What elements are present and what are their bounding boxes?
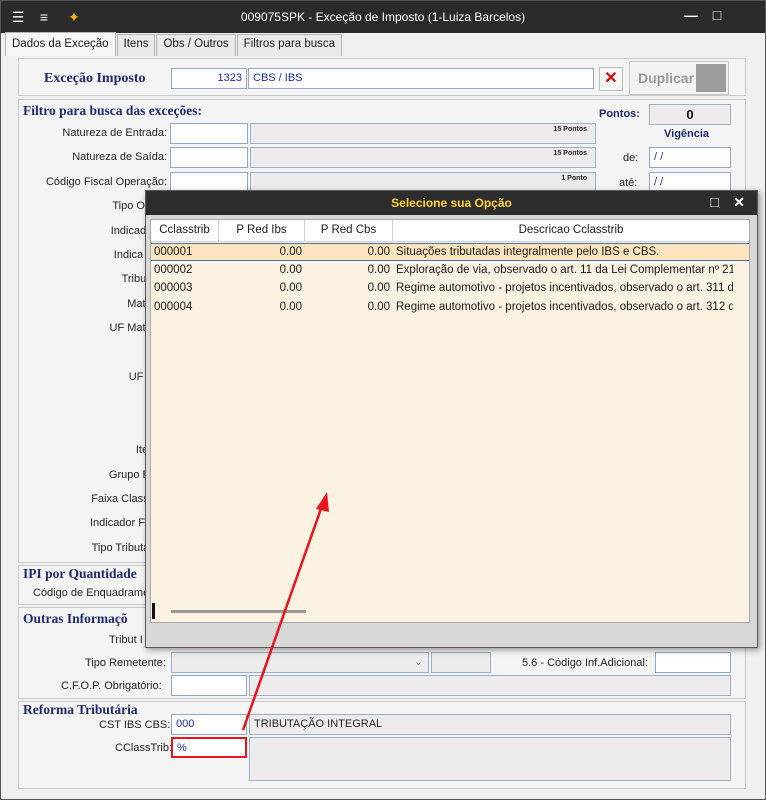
annotation-arrow — [241, 492, 329, 731]
